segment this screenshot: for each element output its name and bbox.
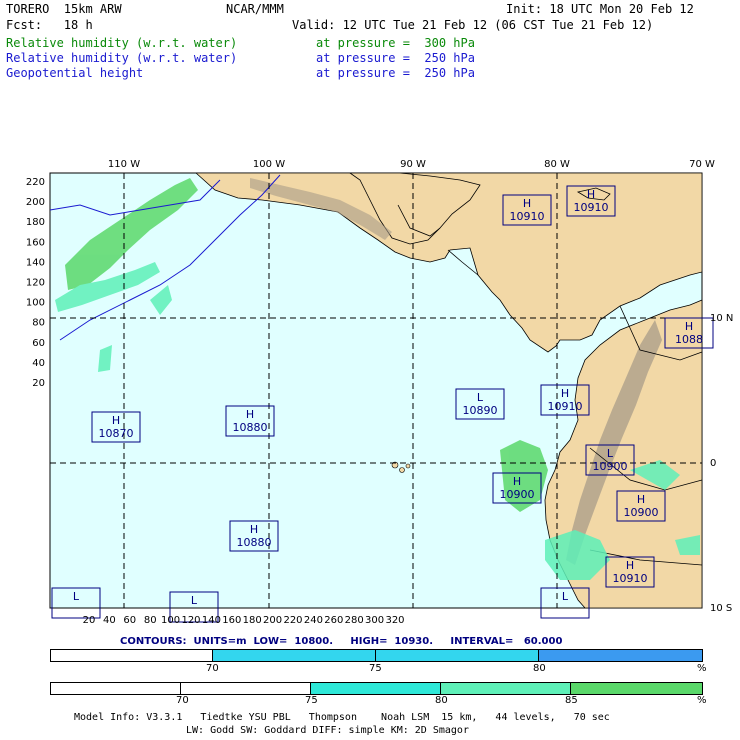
colorbar1-tick: 70 — [206, 663, 219, 674]
lat-label: 10 S — [710, 603, 732, 614]
lon-label: 90 W — [400, 159, 426, 170]
center-value: 10910 — [510, 210, 545, 223]
init-time: Init: 18 UTC Mon 20 Feb 12 — [506, 2, 694, 16]
model-info: Model Info: V3.3.1 Tiedtke YSU PBL Thomp… — [74, 712, 610, 723]
field-2-name: Relative humidity (w.r.t. water) — [6, 51, 238, 65]
center-type: H — [513, 475, 521, 488]
x-tick-label: 80 — [144, 615, 157, 626]
center-type: L — [607, 447, 614, 460]
x-tick-label: 260 — [324, 615, 343, 626]
colorbar2-tick: 80 — [435, 695, 448, 706]
center-type: H — [246, 408, 254, 421]
colorbar1-tick: 80 — [533, 663, 546, 674]
center-type: H — [250, 523, 258, 536]
x-tick-label: 60 — [123, 615, 136, 626]
y-tick-label: 20 — [32, 378, 45, 389]
colorbar2-tick: 75 — [305, 695, 318, 706]
x-tick-label: 40 — [103, 615, 116, 626]
contours-info: CONTOURS: UNITS=m LOW= 10800. HIGH= 1093… — [120, 636, 563, 647]
field-3-name: Geopotential height — [6, 66, 144, 80]
org-label: NCAR/MMM — [226, 2, 284, 16]
y-tick-label: 200 — [26, 197, 45, 208]
center-type: H — [112, 414, 120, 427]
x-tick-label: 160 — [222, 615, 241, 626]
center-value: 10900 — [624, 506, 659, 519]
center-value: 10910 — [613, 572, 648, 585]
center-type: H — [587, 188, 595, 201]
center-value: 10900 — [593, 460, 628, 473]
lon-label: 100 W — [253, 159, 285, 170]
center-value: 10880 — [233, 421, 268, 434]
lon-label: 80 W — [544, 159, 570, 170]
field-2-level: at pressure = 250 hPa — [316, 51, 475, 65]
center-value: 1088 — [675, 333, 703, 346]
x-tick-label: 100 — [161, 615, 180, 626]
forecast-hour: Fcst: 18 h — [6, 18, 93, 32]
center-type: H — [561, 387, 569, 400]
colorbar2-tick: 70 — [176, 695, 189, 706]
y-tick-label: 60 — [32, 338, 45, 349]
center-value: 10910 — [574, 201, 609, 214]
x-tick-label: 300 — [365, 615, 384, 626]
field-1-level: at pressure = 300 hPa — [316, 36, 475, 50]
center-value: 10870 — [99, 427, 134, 440]
center-value: 10880 — [237, 536, 272, 549]
lon-label: 70 W — [689, 159, 715, 170]
colorbar1-tick: 75 — [369, 663, 382, 674]
x-tick-label: 140 — [202, 615, 221, 626]
center-type: L — [73, 590, 80, 603]
y-tick-label: 140 — [26, 257, 45, 268]
field-1-name: Relative humidity (w.r.t. water) — [6, 36, 238, 50]
valid-time: Valid: 12 UTC Tue 21 Feb 12 (06 CST Tue … — [292, 18, 654, 32]
center-type: H — [626, 559, 634, 572]
y-tick-label: 100 — [26, 298, 45, 309]
weather-map: H10910H10910H10870H10880L10890H10910L109… — [26, 159, 733, 626]
x-tick-label: 20 — [83, 615, 96, 626]
x-tick-label: 120 — [181, 615, 200, 626]
lon-label: 110 W — [108, 159, 140, 170]
x-tick-label: 240 — [304, 615, 323, 626]
colorbar2-tick: % — [697, 695, 707, 706]
center-type: H — [637, 493, 645, 506]
center-type: H — [523, 197, 531, 210]
lat-label: 10 N — [710, 313, 733, 324]
lat-label: 0 — [710, 458, 716, 469]
y-tick-label: 80 — [32, 318, 45, 329]
y-tick-label: 220 — [26, 177, 45, 188]
center-value: 10890 — [463, 404, 498, 417]
field-3-level: at pressure = 250 hPa — [316, 66, 475, 80]
center-type: H — [685, 320, 693, 333]
center-type: L — [191, 594, 198, 607]
center-type: L — [477, 391, 484, 404]
y-tick-label: 120 — [26, 278, 45, 289]
colorbar-rh-250 — [50, 649, 703, 662]
y-tick-label: 160 — [26, 237, 45, 248]
x-tick-label: 280 — [345, 615, 364, 626]
center-type: L — [562, 590, 569, 603]
y-tick-label: 40 — [32, 358, 45, 369]
center-value: 10900 — [500, 488, 535, 501]
colorbar1-tick: % — [697, 663, 707, 674]
x-tick-label: 320 — [385, 615, 404, 626]
x-tick-label: 220 — [283, 615, 302, 626]
physics-info: LW: Godd SW: Goddard DIFF: simple KM: 2D… — [186, 725, 469, 736]
colorbar2-tick: 85 — [565, 695, 578, 706]
colorbar-rh-300 — [50, 682, 703, 695]
center-value: 10910 — [548, 400, 583, 413]
y-tick-label: 180 — [26, 217, 45, 228]
x-tick-label: 180 — [243, 615, 262, 626]
model-title: TORERO 15km ARW — [6, 2, 122, 16]
x-tick-label: 200 — [263, 615, 282, 626]
